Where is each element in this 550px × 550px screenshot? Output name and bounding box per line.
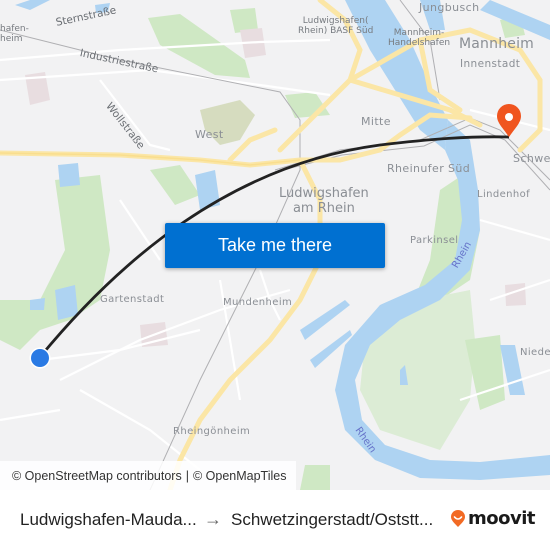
moovit-wordmark: moovit [468,508,536,529]
label-rheinufer-sued: Rheinufer Süd [387,162,471,175]
label-parkinsel: Parkinsel [410,235,459,246]
label-jungbusch: Jungbusch [419,1,480,14]
label-ludwigshafen-am-rhein: Ludwigshafen am Rhein [279,186,369,216]
label-handelshafen: Mannheim- Handelshafen [388,28,451,48]
label-rheingoenheim: Rheingönheim [173,426,251,437]
moovit-pin-icon [451,509,465,527]
label-basf-sued: Ludwigshafen(Rhein) BASF Süd [298,16,374,36]
label-ludwigshafen-edge: hafen-heim [0,24,29,44]
map-attribution: © OpenStreetMap contributors | © OpenMap… [0,461,296,490]
destination-stop-name: Schwetzingerstadt/Oststt... [231,510,434,529]
openmaptiles-attribution-link[interactable]: © OpenMapTiles [193,469,287,483]
arrow-right-icon: → [204,509,222,529]
moovit-logo[interactable]: moovit [450,508,536,529]
label-niederfeld: Niede [520,347,550,358]
origin-marker[interactable] [29,347,51,369]
label-schwetzingerstadt: Schwet [513,152,550,165]
map[interactable]: Sternstraße Industriestraße Wollstraße h… [0,0,550,490]
origin-stop-name: Ludwigshafen-Mauda... [20,510,197,529]
label-mitte: Mitte [361,115,391,128]
route-footer: Ludwigshafen-Mauda... → Schwetzingerstad… [0,490,550,550]
destination-pin-icon[interactable] [497,104,521,137]
take-me-there-button[interactable]: Take me there [165,223,385,268]
label-mannheim: Mannheim [459,36,535,52]
label-west: West [195,128,224,141]
label-mundenheim: Mundenheim [223,297,293,308]
osm-attribution-link[interactable]: © OpenStreetMap contributors [12,469,182,483]
attribution-separator: | [185,468,189,483]
label-innenstadt: Innenstadt [460,58,521,70]
label-lindenhof: Lindenhof [477,189,531,200]
label-gartenstadt: Gartenstadt [100,294,165,305]
